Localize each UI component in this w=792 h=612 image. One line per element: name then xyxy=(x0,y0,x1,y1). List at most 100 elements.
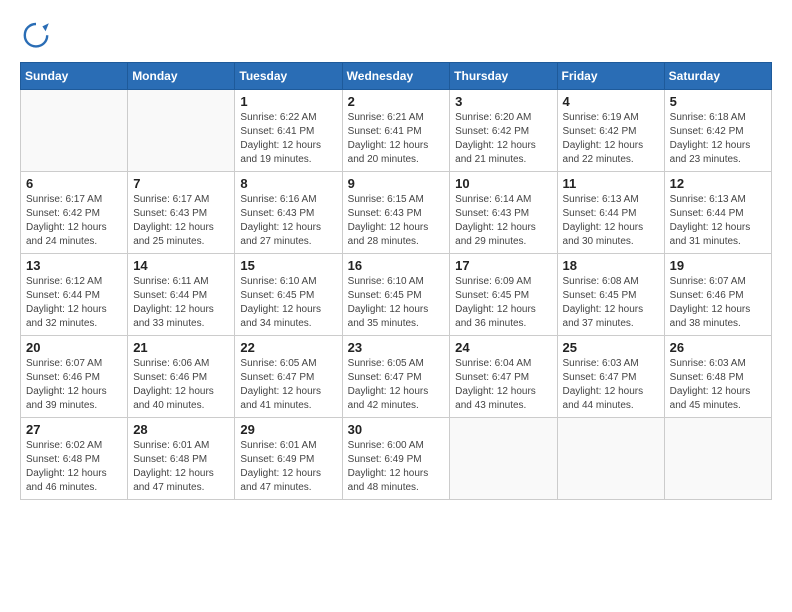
calendar-cell xyxy=(450,418,557,500)
calendar-cell: 29 Sunrise: 6:01 AMSunset: 6:49 PMDayligh… xyxy=(235,418,342,500)
calendar-cell xyxy=(21,90,128,172)
day-header-tuesday: Tuesday xyxy=(235,63,342,90)
day-number: 15 xyxy=(240,258,336,273)
calendar-cell xyxy=(557,418,664,500)
logo-icon xyxy=(20,20,52,52)
day-info: Sunrise: 6:05 AMSunset: 6:47 PMDaylight:… xyxy=(240,357,336,413)
calendar-cell: 16 Sunrise: 6:10 AMSunset: 6:45 PMDayligh… xyxy=(342,254,450,336)
calendar-week-4: 20 Sunrise: 6:07 AMSunset: 6:46 PMDayligh… xyxy=(21,336,772,418)
day-info: Sunrise: 6:05 AMSunset: 6:47 PMDaylight:… xyxy=(348,357,445,413)
day-number: 27 xyxy=(26,422,122,437)
calendar-cell: 2Sunrise: 6:21 AMSunset: 6:41 PMDaylight… xyxy=(342,90,450,172)
day-info: Sunrise: 6:22 AMSunset: 6:41 PMDaylight:… xyxy=(240,111,336,167)
calendar-cell: 28 Sunrise: 6:01 AMSunset: 6:48 PMDayligh… xyxy=(128,418,235,500)
day-number: 4 xyxy=(563,94,659,109)
page-header xyxy=(20,20,772,52)
calendar-cell: 9 Sunrise: 6:15 AMSunset: 6:43 PMDaylight… xyxy=(342,172,450,254)
day-number: 3 xyxy=(455,94,551,109)
day-header-sunday: Sunday xyxy=(21,63,128,90)
day-number: 9 xyxy=(348,176,445,191)
day-info: Sunrise: 6:00 AMSunset: 6:49 PMDaylight:… xyxy=(348,439,445,495)
day-number: 22 xyxy=(240,340,336,355)
day-info: Sunrise: 6:18 AMSunset: 6:42 PMDaylight:… xyxy=(670,111,766,167)
day-info: Sunrise: 6:06 AMSunset: 6:46 PMDaylight:… xyxy=(133,357,229,413)
day-number: 29 xyxy=(240,422,336,437)
day-info: Sunrise: 6:01 AMSunset: 6:49 PMDaylight:… xyxy=(240,439,336,495)
calendar-cell: 27 Sunrise: 6:02 AMSunset: 6:48 PMDayligh… xyxy=(21,418,128,500)
calendar-cell: 20 Sunrise: 6:07 AMSunset: 6:46 PMDayligh… xyxy=(21,336,128,418)
day-number: 11 xyxy=(563,176,659,191)
calendar-cell: 18Sunrise: 6:08 AMSunset: 6:45 PMDayligh… xyxy=(557,254,664,336)
calendar-cell: 7 Sunrise: 6:17 AMSunset: 6:43 PMDaylight… xyxy=(128,172,235,254)
day-info: Sunrise: 6:20 AMSunset: 6:42 PMDaylight:… xyxy=(455,111,551,167)
day-info: Sunrise: 6:12 AMSunset: 6:44 PMDaylight:… xyxy=(26,275,122,331)
day-number: 26 xyxy=(670,340,766,355)
calendar-cell: 4 Sunrise: 6:19 AMSunset: 6:42 PMDaylight… xyxy=(557,90,664,172)
calendar-table: SundayMondayTuesdayWednesdayThursdayFrid… xyxy=(20,62,772,500)
day-info: Sunrise: 6:14 AMSunset: 6:43 PMDaylight:… xyxy=(455,193,551,249)
calendar-cell: 21 Sunrise: 6:06 AMSunset: 6:46 PMDayligh… xyxy=(128,336,235,418)
day-number: 2 xyxy=(348,94,445,109)
day-number: 14 xyxy=(133,258,229,273)
day-number: 17 xyxy=(455,258,551,273)
calendar-cell: 17 Sunrise: 6:09 AMSunset: 6:45 PMDayligh… xyxy=(450,254,557,336)
day-info: Sunrise: 6:01 AMSunset: 6:48 PMDaylight:… xyxy=(133,439,229,495)
calendar-cell: 5 Sunrise: 6:18 AMSunset: 6:42 PMDaylight… xyxy=(664,90,771,172)
day-info: Sunrise: 6:13 AMSunset: 6:44 PMDaylight:… xyxy=(563,193,659,249)
logo xyxy=(20,20,56,52)
day-header-wednesday: Wednesday xyxy=(342,63,450,90)
day-info: Sunrise: 6:04 AMSunset: 6:47 PMDaylight:… xyxy=(455,357,551,413)
calendar-cell: 1 Sunrise: 6:22 AMSunset: 6:41 PMDaylight… xyxy=(235,90,342,172)
day-info: Sunrise: 6:09 AMSunset: 6:45 PMDaylight:… xyxy=(455,275,551,331)
calendar-cell: 10 Sunrise: 6:14 AMSunset: 6:43 PMDayligh… xyxy=(450,172,557,254)
calendar-cell: 8 Sunrise: 6:16 AMSunset: 6:43 PMDaylight… xyxy=(235,172,342,254)
day-info: Sunrise: 6:17 AMSunset: 6:43 PMDaylight:… xyxy=(133,193,229,249)
calendar-cell: 25Sunrise: 6:03 AMSunset: 6:47 PMDayligh… xyxy=(557,336,664,418)
calendar-cell: 22 Sunrise: 6:05 AMSunset: 6:47 PMDayligh… xyxy=(235,336,342,418)
day-info: Sunrise: 6:03 AMSunset: 6:47 PMDaylight:… xyxy=(563,357,659,413)
day-number: 23 xyxy=(348,340,445,355)
day-header-monday: Monday xyxy=(128,63,235,90)
day-number: 19 xyxy=(670,258,766,273)
calendar-week-5: 27 Sunrise: 6:02 AMSunset: 6:48 PMDayligh… xyxy=(21,418,772,500)
day-number: 5 xyxy=(670,94,766,109)
day-info: Sunrise: 6:10 AMSunset: 6:45 PMDaylight:… xyxy=(240,275,336,331)
day-number: 24 xyxy=(455,340,551,355)
day-info: Sunrise: 6:03 AMSunset: 6:48 PMDaylight:… xyxy=(670,357,766,413)
calendar-week-2: 6 Sunrise: 6:17 AMSunset: 6:42 PMDaylight… xyxy=(21,172,772,254)
day-number: 20 xyxy=(26,340,122,355)
day-info: Sunrise: 6:15 AMSunset: 6:43 PMDaylight:… xyxy=(348,193,445,249)
calendar-cell: 3 Sunrise: 6:20 AMSunset: 6:42 PMDaylight… xyxy=(450,90,557,172)
day-info: Sunrise: 6:13 AMSunset: 6:44 PMDaylight:… xyxy=(670,193,766,249)
day-info: Sunrise: 6:16 AMSunset: 6:43 PMDaylight:… xyxy=(240,193,336,249)
calendar-week-3: 13 Sunrise: 6:12 AMSunset: 6:44 PMDayligh… xyxy=(21,254,772,336)
day-info: Sunrise: 6:19 AMSunset: 6:42 PMDaylight:… xyxy=(563,111,659,167)
day-info: Sunrise: 6:10 AMSunset: 6:45 PMDaylight:… xyxy=(348,275,445,331)
day-info: Sunrise: 6:02 AMSunset: 6:48 PMDaylight:… xyxy=(26,439,122,495)
day-number: 10 xyxy=(455,176,551,191)
day-number: 28 xyxy=(133,422,229,437)
calendar-cell: 14Sunrise: 6:11 AMSunset: 6:44 PMDayligh… xyxy=(128,254,235,336)
day-number: 7 xyxy=(133,176,229,191)
calendar-cell: 24 Sunrise: 6:04 AMSunset: 6:47 PMDayligh… xyxy=(450,336,557,418)
day-number: 6 xyxy=(26,176,122,191)
day-info: Sunrise: 6:07 AMSunset: 6:46 PMDaylight:… xyxy=(26,357,122,413)
day-number: 13 xyxy=(26,258,122,273)
calendar-cell: 12 Sunrise: 6:13 AMSunset: 6:44 PMDayligh… xyxy=(664,172,771,254)
day-info: Sunrise: 6:07 AMSunset: 6:46 PMDaylight:… xyxy=(670,275,766,331)
day-number: 8 xyxy=(240,176,336,191)
day-header-saturday: Saturday xyxy=(664,63,771,90)
calendar-cell: 13 Sunrise: 6:12 AMSunset: 6:44 PMDayligh… xyxy=(21,254,128,336)
calendar-cell: 23 Sunrise: 6:05 AMSunset: 6:47 PMDayligh… xyxy=(342,336,450,418)
day-number: 1 xyxy=(240,94,336,109)
day-number: 21 xyxy=(133,340,229,355)
day-number: 30 xyxy=(348,422,445,437)
day-header-thursday: Thursday xyxy=(450,63,557,90)
day-info: Sunrise: 6:17 AMSunset: 6:42 PMDaylight:… xyxy=(26,193,122,249)
day-info: Sunrise: 6:08 AMSunset: 6:45 PMDaylight:… xyxy=(563,275,659,331)
day-header-friday: Friday xyxy=(557,63,664,90)
day-number: 16 xyxy=(348,258,445,273)
day-number: 12 xyxy=(670,176,766,191)
calendar-cell: 26 Sunrise: 6:03 AMSunset: 6:48 PMDayligh… xyxy=(664,336,771,418)
calendar-cell: 6 Sunrise: 6:17 AMSunset: 6:42 PMDaylight… xyxy=(21,172,128,254)
